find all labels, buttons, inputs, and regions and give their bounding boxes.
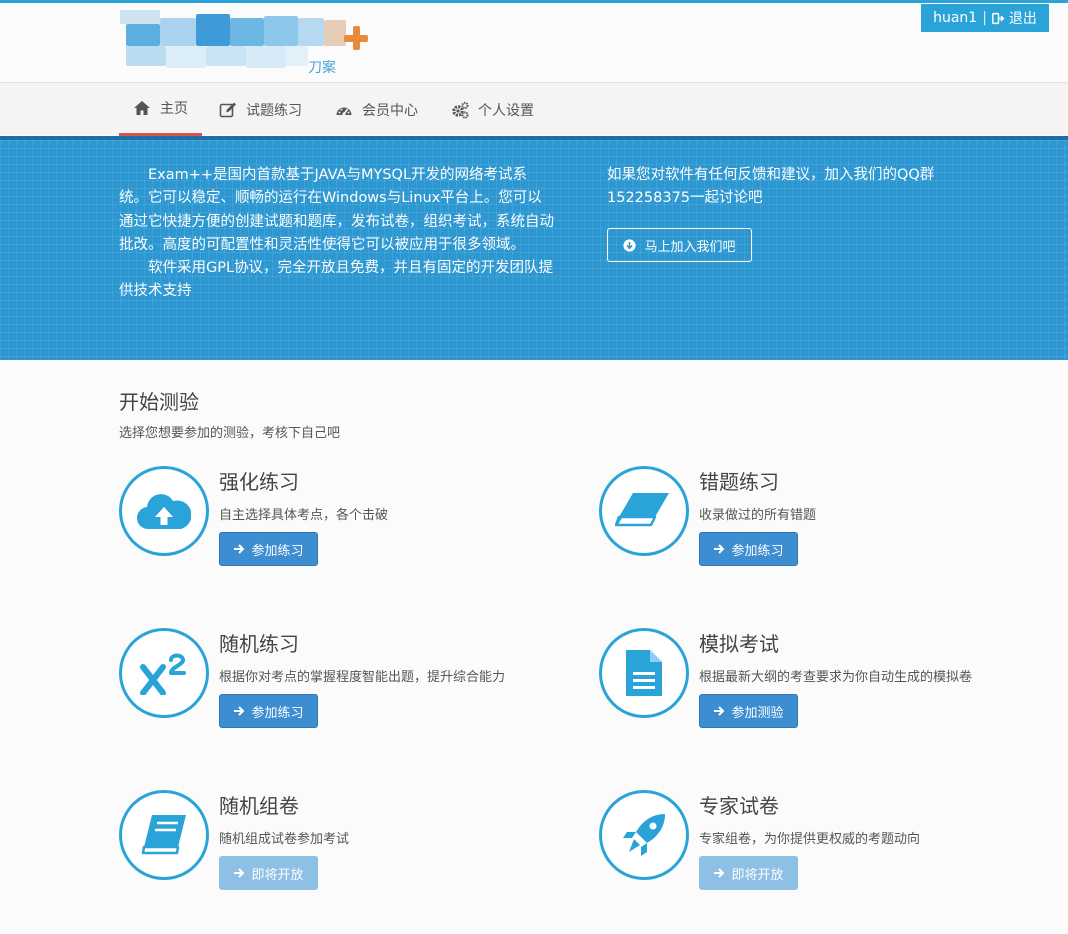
- nav-label-practice: 试题练习: [246, 102, 302, 119]
- user-box: huan1 | 退出: [921, 4, 1049, 32]
- arrow-right-icon: [234, 868, 245, 878]
- arrow-right-icon: [714, 706, 725, 716]
- card-title: 强化练习: [219, 470, 299, 494]
- intro-paragraph-2: 软件采用GPL协议，完全开放且免费，并且有固定的开发团队提供技术支持: [119, 260, 554, 300]
- nav-label-home: 主页: [160, 101, 188, 117]
- cogs-icon: [452, 101, 469, 119]
- card-intensive-practice: 强化练习 自主选择具体考点，各个击破 参加练习: [119, 466, 549, 586]
- arrow-right-icon: [714, 544, 725, 554]
- card-desc: 收录做过的所有错题: [699, 508, 817, 523]
- card-expert-paper: 专家试卷 专家组卷，为你提供更权威的考题动向 即将开放: [599, 790, 1029, 910]
- card-desc: 自主选择具体考点，各个击破: [219, 508, 389, 523]
- arrow-right-icon: [714, 868, 725, 878]
- card-title: 专家试卷: [699, 794, 779, 818]
- arrow-right-icon: [234, 544, 245, 554]
- join-us-label: 马上加入我们吧: [644, 239, 736, 255]
- arrow-right-icon: [234, 706, 245, 716]
- card-icon-circle: [599, 628, 689, 718]
- card-mock-exam: 模拟考试 根据最新大纲的考查要求为你自动生成的模拟卷 参加测验: [599, 628, 1029, 748]
- cloud-upload-icon: [137, 494, 191, 530]
- section-subtitle: 选择您想要参加的测验，考核下自己吧: [119, 426, 341, 441]
- card-title: 错题练习: [699, 470, 779, 494]
- edit-icon: [219, 102, 236, 117]
- join-practice-button[interactable]: 参加练习: [219, 532, 318, 566]
- button-label: 即将开放: [731, 867, 784, 883]
- card-random-practice: 随机练习 根据你对考点的掌握程度智能出题，提升综合能力 参加练习: [119, 628, 549, 748]
- feedback-text: 如果您对软件有任何反馈和建议，加入我们的QQ群152258375一起讨论吧: [607, 167, 935, 207]
- home-icon: [134, 101, 150, 115]
- dashboard-icon: [336, 107, 352, 116]
- nav-label-member: 会员中心: [362, 102, 418, 119]
- card-icon-circle: [599, 466, 689, 556]
- card-icon-circle: [599, 790, 689, 880]
- card-desc: 根据你对考点的掌握程度智能出题，提升综合能力: [219, 670, 506, 685]
- section-title: 开始测验: [119, 390, 199, 414]
- logout-button[interactable]: 退出: [991, 8, 1037, 28]
- card-desc: 随机组成试卷参加考试: [219, 832, 350, 847]
- card-title: 模拟考试: [699, 632, 779, 656]
- separator: |: [982, 10, 987, 26]
- rocket-icon: [623, 814, 665, 856]
- card-title: 随机练习: [219, 632, 299, 656]
- button-label: 参加练习: [251, 705, 304, 721]
- join-exam-button[interactable]: 参加测验: [699, 694, 798, 728]
- logo-text-fragment: 刀案: [308, 60, 336, 76]
- card-desc: 根据最新大纲的考查要求为你自动生成的模拟卷: [699, 670, 973, 685]
- card-title: 随机组卷: [219, 794, 299, 818]
- intro-paragraph-1: Exam++是国内首款基于JAVA与MYSQL开发的网络考试系统。它可以稳定、顺…: [119, 167, 554, 253]
- eraser-icon: [615, 493, 669, 527]
- card-random-paper: 随机组卷 随机组成试卷参加考试 即将开放: [119, 790, 549, 910]
- card-icon-circle: [119, 790, 209, 880]
- nav-item-settings[interactable]: 个人设置: [437, 83, 548, 136]
- arrow-circle-down-icon: [623, 238, 637, 252]
- main-navbar: 主页 试题练习 会员中心 个人设置: [0, 82, 1068, 136]
- join-practice-button[interactable]: 参加练习: [699, 532, 798, 566]
- username[interactable]: huan1: [933, 10, 977, 26]
- nav-label-settings: 个人设置: [478, 102, 534, 119]
- book-icon: [141, 815, 186, 855]
- top-accent-line: [0, 0, 1068, 3]
- logout-label: 退出: [1008, 11, 1037, 27]
- superscript-icon: [140, 653, 186, 695]
- card-wrong-questions: 错题练习 收录做过的所有错题 参加练习: [599, 466, 1029, 586]
- sign-out-icon: [991, 12, 1005, 24]
- join-us-button[interactable]: 马上加入我们吧: [607, 228, 752, 262]
- file-text-icon: [626, 650, 662, 696]
- coming-soon-button[interactable]: 即将开放: [219, 856, 318, 890]
- button-label: 参加练习: [731, 543, 784, 559]
- nav-item-member[interactable]: 会员中心: [321, 83, 432, 136]
- button-label: 参加测验: [731, 705, 784, 721]
- hero-banner: Exam++是国内首款基于JAVA与MYSQL开发的网络考试系统。它可以稳定、顺…: [0, 136, 1068, 360]
- nav-item-practice[interactable]: 试题练习: [205, 83, 316, 136]
- site-logo[interactable]: 刀案: [112, 6, 372, 82]
- join-practice-button[interactable]: 参加练习: [219, 694, 318, 728]
- intro-text: Exam++是国内首款基于JAVA与MYSQL开发的网络考试系统。它可以稳定、顺…: [119, 164, 555, 304]
- coming-soon-button[interactable]: 即将开放: [699, 856, 798, 890]
- nav-item-home[interactable]: 主页: [119, 83, 202, 136]
- button-label: 参加练习: [251, 543, 304, 559]
- card-icon-circle: [119, 466, 209, 556]
- card-desc: 专家组卷，为你提供更权威的考题动向: [699, 832, 921, 847]
- card-icon-circle: [119, 628, 209, 718]
- button-label: 即将开放: [251, 867, 304, 883]
